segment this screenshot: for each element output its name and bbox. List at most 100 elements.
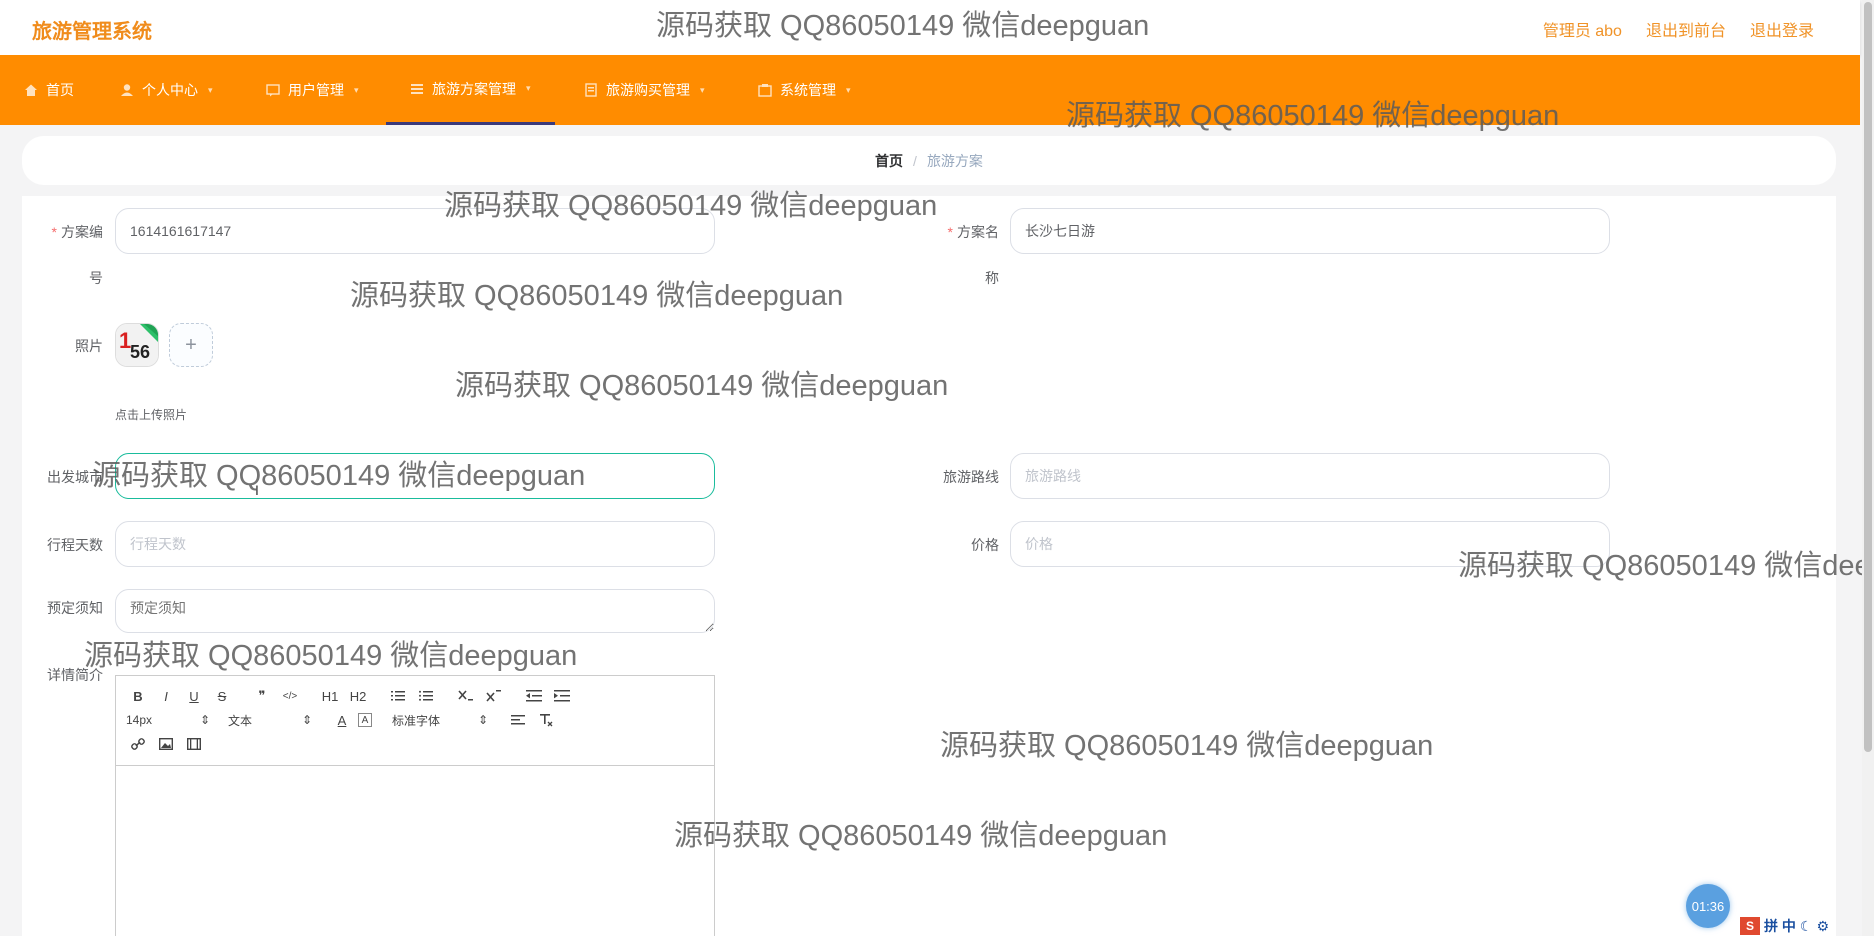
breadcrumb-home[interactable]: 首页 [875, 151, 903, 171]
cart-icon [585, 83, 597, 97]
settings-icon [758, 84, 772, 97]
nav-item-home[interactable]: 首页 [24, 55, 74, 125]
select-arrows-icon: ⇕ [301, 713, 312, 727]
admin-user-link[interactable]: 管理员 abo [1543, 17, 1622, 41]
detail-label: 详情简介 [47, 667, 103, 683]
svg-text:56: 56 [130, 342, 150, 362]
block-type-value: 文本 [228, 713, 253, 728]
text-cursor-icon: I [255, 482, 259, 498]
list-icon [411, 83, 423, 94]
plan-name-label-cont: 称 [985, 270, 999, 286]
upload-photo-button[interactable]: + [169, 323, 213, 367]
required-mark: * [947, 224, 953, 240]
select-arrows-icon: ⇕ [477, 713, 488, 727]
nav-label: 首页 [46, 82, 74, 98]
italic-button[interactable]: I [154, 685, 178, 707]
superscript-icon[interactable] [482, 685, 506, 707]
vertical-scrollbar[interactable] [1862, 0, 1874, 936]
logout-link[interactable]: 退出登录 [1750, 17, 1814, 41]
chevron-down-icon: ▾ [700, 84, 705, 95]
price-input[interactable]: 价格 [1010, 521, 1610, 567]
font-family-value: 标准字体 [392, 713, 441, 728]
block-type-select[interactable]: 文本 ⇕ [228, 712, 312, 729]
underline-button[interactable]: U [182, 685, 206, 707]
photo-thumbnail[interactable]: 1 56 [115, 323, 159, 367]
bullet-list-icon[interactable] [414, 685, 438, 707]
required-mark: * [51, 224, 57, 240]
font-size-value: 14px [126, 713, 153, 727]
align-icon[interactable] [506, 709, 530, 731]
users-icon [266, 84, 280, 97]
font-color-icon[interactable]: A [330, 709, 354, 731]
price-label: 价格 [971, 537, 999, 553]
breadcrumb-separator: / [913, 152, 917, 169]
days-input[interactable]: 行程天数 [115, 521, 715, 567]
background-color-icon[interactable]: A [358, 713, 372, 727]
chevron-down-icon: ▾ [846, 84, 851, 95]
rich-text-editor: B I U S ❞ </> H1 H2 14px ⇕ 文本 ⇕ A A 标准字体… [115, 675, 715, 936]
chevron-down-icon: ▾ [526, 83, 531, 93]
nav-item-purchase[interactable]: 旅游购买管理 ▾ [584, 55, 705, 125]
video-icon[interactable] [182, 733, 206, 755]
upload-tip: 点击上传照片 [115, 408, 188, 422]
days-label: 行程天数 [47, 537, 103, 553]
code-block-button[interactable]: </> [278, 685, 302, 707]
plan-name-label-text: 方案名 [957, 224, 999, 240]
plan-no-label: * 方案编 [40, 222, 103, 242]
nav-label: 系统管理 [780, 82, 836, 98]
strike-button[interactable]: S [210, 685, 234, 707]
nav-label: 个人中心 [142, 82, 198, 98]
photo-label: 照片 [75, 338, 103, 354]
nav-item-travel-plan[interactable]: 旅游方案管理 ▾ [386, 55, 555, 125]
user-icon [121, 84, 133, 96]
editor-content-area[interactable] [116, 766, 714, 936]
outdent-icon[interactable] [522, 685, 546, 707]
city-input[interactable] [115, 453, 715, 499]
bold-button[interactable]: B [126, 685, 150, 707]
plan-no-label-cont: 号 [89, 270, 103, 286]
brand-title: 旅游管理系统 [32, 21, 152, 43]
route-input[interactable]: 旅游路线 [1010, 453, 1610, 499]
nav-item-users[interactable]: 用户管理 ▾ [266, 55, 359, 125]
scrollbar-thumb[interactable] [1864, 2, 1872, 752]
ime-toolbar[interactable]: S 拼 中 ☾ ⚙ [1738, 916, 1832, 936]
breadcrumb: 首页 / 旅游方案 [22, 136, 1836, 185]
font-size-select[interactable]: 14px ⇕ [126, 713, 210, 727]
ime-logo-icon: S [1740, 917, 1760, 935]
plan-name-label: * 方案名 [935, 222, 999, 242]
settings-icon: ⚙ [1816, 917, 1830, 934]
plan-no-label-text: 方案编 [61, 224, 103, 240]
home-icon [25, 84, 37, 96]
nav-label: 旅游购买管理 [606, 82, 690, 98]
plan-no-input[interactable]: 1614161617147 [115, 208, 715, 254]
city-label: 出发城市 [47, 469, 103, 485]
nav-label: 旅游方案管理 [432, 80, 516, 97]
editor-toolbar: B I U S ❞ </> H1 H2 14px ⇕ 文本 ⇕ A A 标准字体… [116, 676, 714, 766]
ime-text: 拼 中 [1764, 918, 1796, 934]
blockquote-button[interactable]: ❞ [250, 685, 274, 707]
breadcrumb-current: 旅游方案 [926, 152, 983, 169]
back-to-front-link[interactable]: 退出到前台 [1646, 17, 1726, 41]
image-icon[interactable] [154, 733, 178, 755]
indent-icon[interactable] [550, 685, 574, 707]
font-family-select[interactable]: 标准字体 ⇕ [392, 712, 488, 729]
heading1-button[interactable]: H1 [318, 685, 342, 707]
ordered-list-icon[interactable] [386, 685, 410, 707]
subscript-icon[interactable] [454, 685, 478, 707]
nav-label: 用户管理 [288, 82, 344, 98]
main-nav: 首页 个人中心 ▾ 用户管理 ▾ 旅游方案管理 ▾ 旅游购买管理 ▾ 系统管理 … [0, 55, 1860, 125]
notice-label: 预定须知 [47, 600, 103, 616]
heading2-button[interactable]: H2 [346, 685, 370, 707]
header-actions: 管理员 abo 退出到前台 退出登录 [1543, 17, 1814, 41]
plan-name-input[interactable]: 长沙七日游 [1010, 208, 1610, 254]
chevron-down-icon: ▾ [208, 84, 213, 95]
notice-textarea[interactable] [115, 589, 715, 633]
route-label: 旅游路线 [943, 469, 999, 485]
clear-format-icon[interactable] [534, 709, 558, 731]
timer-badge[interactable]: 01:36 [1686, 884, 1730, 928]
nav-item-system[interactable]: 系统管理 ▾ [758, 55, 851, 125]
moon-icon: ☾ [1799, 917, 1813, 934]
link-icon[interactable] [126, 733, 150, 755]
chevron-down-icon: ▾ [354, 84, 359, 95]
nav-item-personal[interactable]: 个人中心 ▾ [120, 55, 213, 125]
